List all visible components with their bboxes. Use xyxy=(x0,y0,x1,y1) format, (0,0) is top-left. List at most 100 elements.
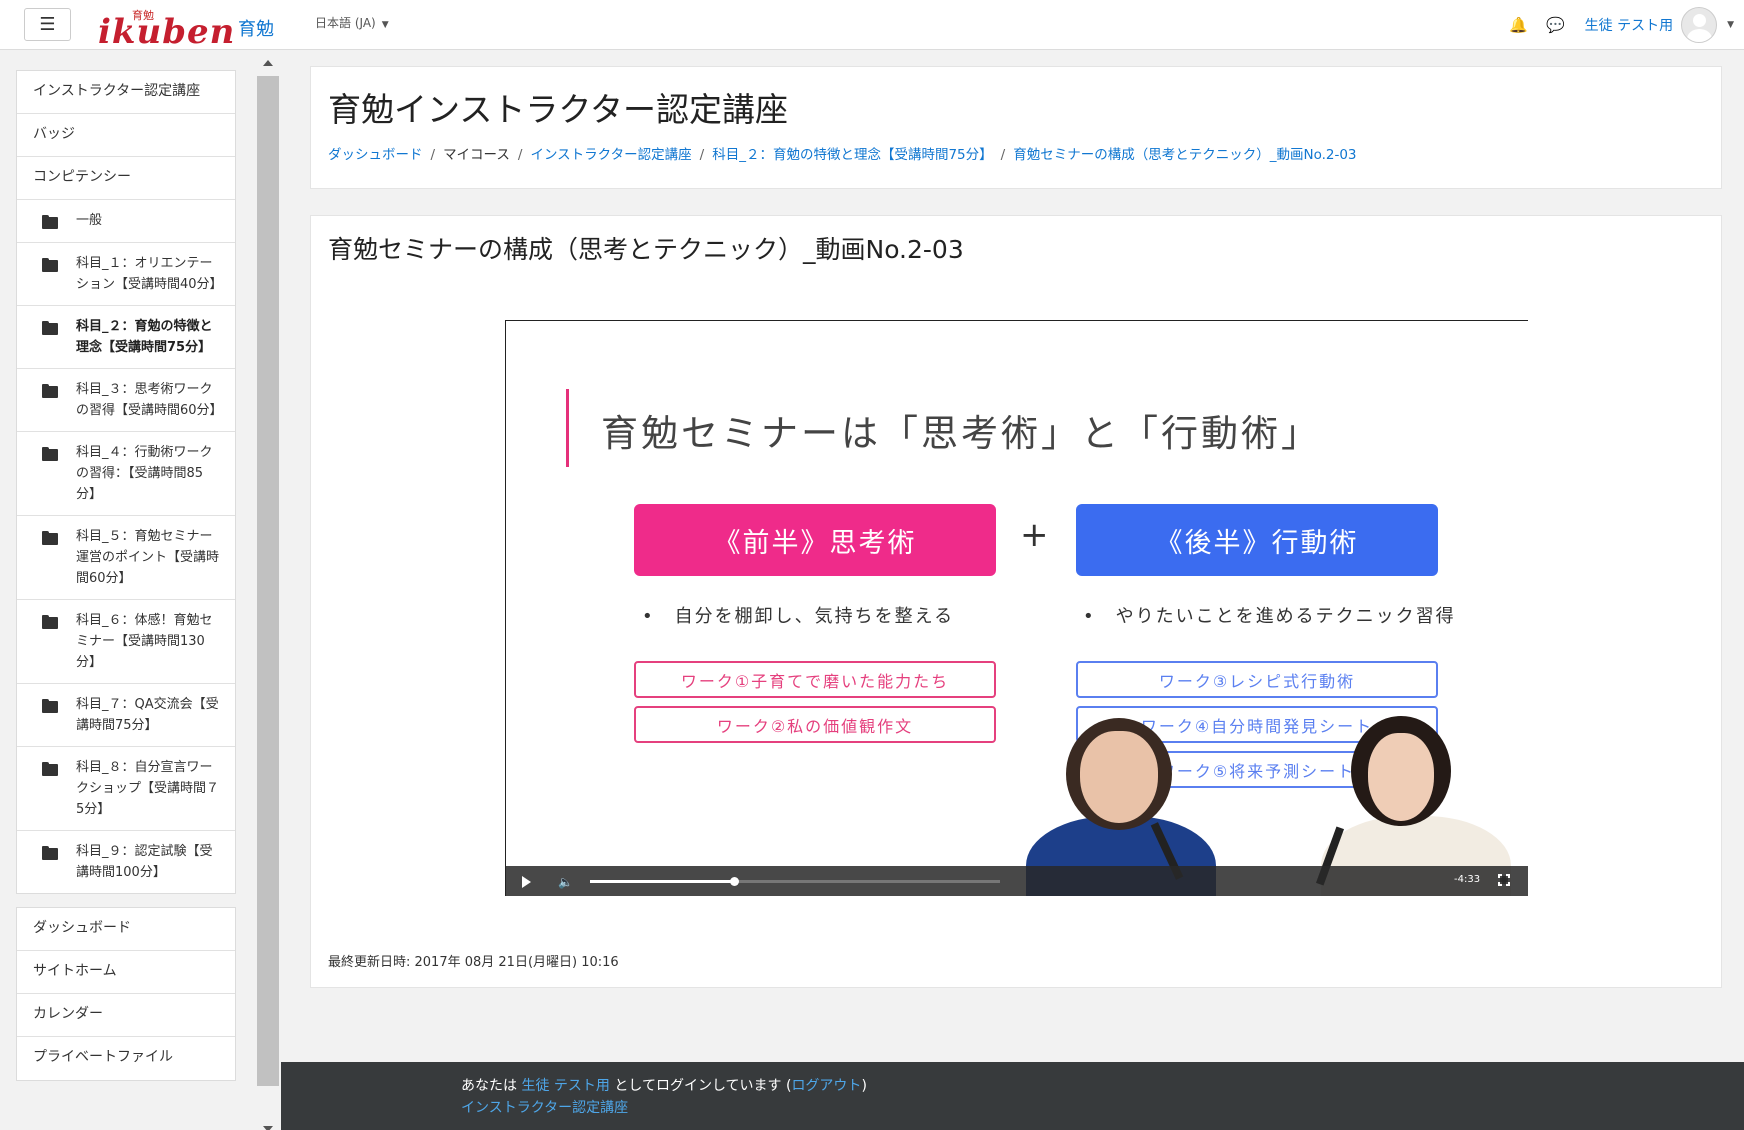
language-menu[interactable]: 日本語 (JA) ▼ xyxy=(315,14,389,31)
fullscreen-icon[interactable] xyxy=(1498,874,1510,886)
folder-icon xyxy=(42,762,60,776)
video-player[interactable]: 育勉セミナーは「思考術」と「行動術」 《前半》思考術 + 《後半》行動術 • 自… xyxy=(505,320,1528,896)
slide-right-bullet: • やりたいことを進めるテクニック習得 xyxy=(1083,606,1456,627)
breadcrumb-section[interactable]: 科目_２：育勉の特徴と理念【受講時間75分】 xyxy=(712,147,992,163)
login-suffix: ) xyxy=(861,1078,867,1094)
main-content: 育勉セミナーの構成（思考とテクニック）_動画No.2-03 育勉セミナーは「思考… xyxy=(310,215,1722,988)
sidebar-item-site-home[interactable]: サイトホーム xyxy=(17,951,235,994)
bell-icon[interactable]: 🔔 xyxy=(1509,16,1528,34)
breadcrumb: ダッシュボード / マイコース / インストラクター認定講座 / 科目_２：育勉の特徴と理念… xyxy=(328,143,1357,163)
sidebar-section-1[interactable]: 科目_１：オリエンテーション【受講時間40分】 xyxy=(17,243,235,306)
breadcrumb-separator: / xyxy=(517,147,523,163)
site-logo[interactable]: 育勉 ikuben xyxy=(98,4,238,52)
login-info: あなたは 生徒 テスト用 としてログインしています (ログアウト) xyxy=(461,1075,867,1095)
login-mid: としてログインしています ( xyxy=(614,1078,792,1094)
sidebar-item-dashboard[interactable]: ダッシュボード xyxy=(17,908,235,951)
presenter-1-face xyxy=(1080,731,1158,823)
slide-right-box: 《後半》行動術 xyxy=(1076,504,1438,576)
slide-work-1: ワーク①子育てで磨いた能力たち xyxy=(634,661,996,698)
user-menu-name[interactable]: 生徒 テスト用 xyxy=(1585,15,1673,35)
footer-course: インストラクター認定講座 xyxy=(461,1097,628,1117)
folder-icon xyxy=(42,846,60,860)
folder-icon xyxy=(42,699,60,713)
page-footer: あなたは 生徒 テスト用 としてログインしています (ログアウト) インストラク… xyxy=(281,1062,1744,1130)
activity-title: 育勉セミナーの構成（思考とテクニック）_動画No.2-03 xyxy=(328,235,964,264)
page-header: 育勉インストラクター認定講座 ダッシュボード / マイコース / インストラクター認定講… xyxy=(310,66,1722,189)
sidebar-section-label: 科目_４：行動術ワークの習得：【受講時間85分】 xyxy=(76,445,213,502)
breadcrumb-separator: / xyxy=(699,147,705,163)
top-navbar: ☰ 育勉 ikuben 育勉 日本語 (JA) ▼ 🔔 💬 生徒 テスト用 ▼ xyxy=(0,0,1744,50)
sidebar-item-private-files[interactable]: プライベートファイル xyxy=(17,1037,235,1080)
sidebar-section-general[interactable]: 一般 xyxy=(17,200,235,243)
presenter-2-face xyxy=(1368,733,1434,821)
video-progress-fill xyxy=(590,880,734,883)
folder-icon xyxy=(42,321,60,335)
sidebar-section-8[interactable]: 科目_８：自分宣言ワークショップ【受講時間７5分】 xyxy=(17,747,235,831)
video-progress-knob[interactable] xyxy=(729,877,739,886)
folder-icon xyxy=(42,531,60,545)
sidebar-section-2-active[interactable]: 科目_２：育勉の特徴と理念【受講時間75分】 xyxy=(17,306,235,369)
slide-plus: + xyxy=(1020,515,1049,555)
sidebar-item-badges[interactable]: バッジ xyxy=(17,114,235,157)
sidebar-section-label: 一般 xyxy=(76,213,103,228)
footer-user-link[interactable]: 生徒 テスト用 xyxy=(521,1078,609,1094)
sidebar-section-3[interactable]: 科目_３：思考術ワークの習得【受講時間60分】 xyxy=(17,369,235,432)
scroll-up-arrow-icon[interactable] xyxy=(263,60,273,66)
menu-toggle-button[interactable]: ☰ xyxy=(24,8,71,41)
sidebar-item-course[interactable]: インストラクター認定講座 xyxy=(17,71,235,114)
logo-main-text: ikuben xyxy=(98,12,236,52)
slide-title: 育勉セミナーは「思考術」と「行動術」 xyxy=(601,412,1321,455)
sidebar-section-label: 科目_５：育勉セミナー運営のポイント【受講時間60分】 xyxy=(76,529,220,586)
sidebar-item-competencies[interactable]: コンピテンシー xyxy=(17,157,235,200)
sidebar-section-4[interactable]: 科目_４：行動術ワークの習得：【受講時間85分】 xyxy=(17,432,235,516)
chevron-down-icon: ▼ xyxy=(381,20,389,30)
footer-course-link[interactable]: インストラクター認定講座 xyxy=(461,1100,628,1116)
sidebar-section-label: 科目_７：QA交流会【受講時間75分】 xyxy=(76,697,219,733)
course-nav-block: インストラクター認定講座 バッジ コンピテンシー 一般 科目_１：オリエンテーシ… xyxy=(16,70,236,894)
slide-work-3: ワーク③レシピ式行動術 xyxy=(1076,661,1438,698)
language-label: 日本語 (JA) xyxy=(315,16,376,30)
page-title: 育勉インストラクター認定講座 xyxy=(328,90,789,129)
sidebar-section-label: 科目_２：育勉の特徴と理念【受講時間75分】 xyxy=(76,319,213,355)
breadcrumb-my-courses: マイコース xyxy=(443,147,510,163)
sidebar-section-5[interactable]: 科目_５：育勉セミナー運営のポイント【受講時間60分】 xyxy=(17,516,235,600)
user-menu-chevron-icon[interactable]: ▼ xyxy=(1727,20,1734,30)
breadcrumb-separator: / xyxy=(430,147,436,163)
last-modified: 最終更新日時: 2017年 08月 21日(月曜日) 10:16 xyxy=(328,955,619,970)
folder-icon xyxy=(42,215,60,229)
breadcrumb-dashboard[interactable]: ダッシュボード xyxy=(328,147,423,163)
site-nav-block: ダッシュボード サイトホーム カレンダー プライベートファイル xyxy=(16,907,236,1081)
sidebar-section-label: 科目_９：認定試験【受講時間100分】 xyxy=(76,844,213,880)
time-remaining: -4:33 xyxy=(1454,874,1481,885)
slide-left-bullet: • 自分を棚卸し、気持ちを整える xyxy=(642,606,955,627)
sidebar-section-label: 科目_８：自分宣言ワークショップ【受講時間７5分】 xyxy=(76,760,220,817)
site-name-link[interactable]: 育勉 xyxy=(238,15,274,41)
folder-icon xyxy=(42,447,60,461)
play-icon[interactable] xyxy=(522,876,531,888)
user-nav: 🔔 💬 生徒 テスト用 ▼ xyxy=(1509,0,1734,50)
sidebar-item-calendar[interactable]: カレンダー xyxy=(17,994,235,1037)
logout-link[interactable]: ログアウト xyxy=(791,1078,861,1094)
slide-work-2: ワーク②私の価値観作文 xyxy=(634,706,996,743)
folder-icon xyxy=(42,384,60,398)
hamburger-icon: ☰ xyxy=(39,14,56,35)
folder-icon xyxy=(42,258,60,272)
scrollbar-thumb[interactable] xyxy=(257,76,279,1086)
slide-accent-bar xyxy=(566,389,569,467)
sidebar-section-6[interactable]: 科目_６：体感！育勉セミナー【受講時間130分】 xyxy=(17,600,235,684)
breadcrumb-activity[interactable]: 育勉セミナーの構成（思考とテクニック）_動画No.2-03 xyxy=(1013,147,1356,163)
nav-drawer: インストラクター認定講座 バッジ コンピテンシー 一般 科目_１：オリエンテーシ… xyxy=(16,70,236,1094)
video-controls: 🔈 -4:33 xyxy=(506,866,1528,896)
drawer-scrollbar[interactable] xyxy=(257,56,279,1130)
chat-icon[interactable]: 💬 xyxy=(1546,16,1565,34)
sidebar-section-9[interactable]: 科目_９：認定試験【受講時間100分】 xyxy=(17,831,235,893)
avatar[interactable] xyxy=(1681,7,1718,43)
video-progress-track[interactable] xyxy=(590,877,1000,886)
slide-left-box: 《前半》思考術 xyxy=(634,504,996,576)
sidebar-section-7[interactable]: 科目_７：QA交流会【受講時間75分】 xyxy=(17,684,235,747)
breadcrumb-separator: / xyxy=(1000,147,1006,163)
folder-icon xyxy=(42,615,60,629)
scroll-down-arrow-icon[interactable] xyxy=(263,1126,273,1130)
volume-icon[interactable]: 🔈 xyxy=(558,875,573,889)
breadcrumb-course[interactable]: インストラクター認定講座 xyxy=(530,147,691,163)
